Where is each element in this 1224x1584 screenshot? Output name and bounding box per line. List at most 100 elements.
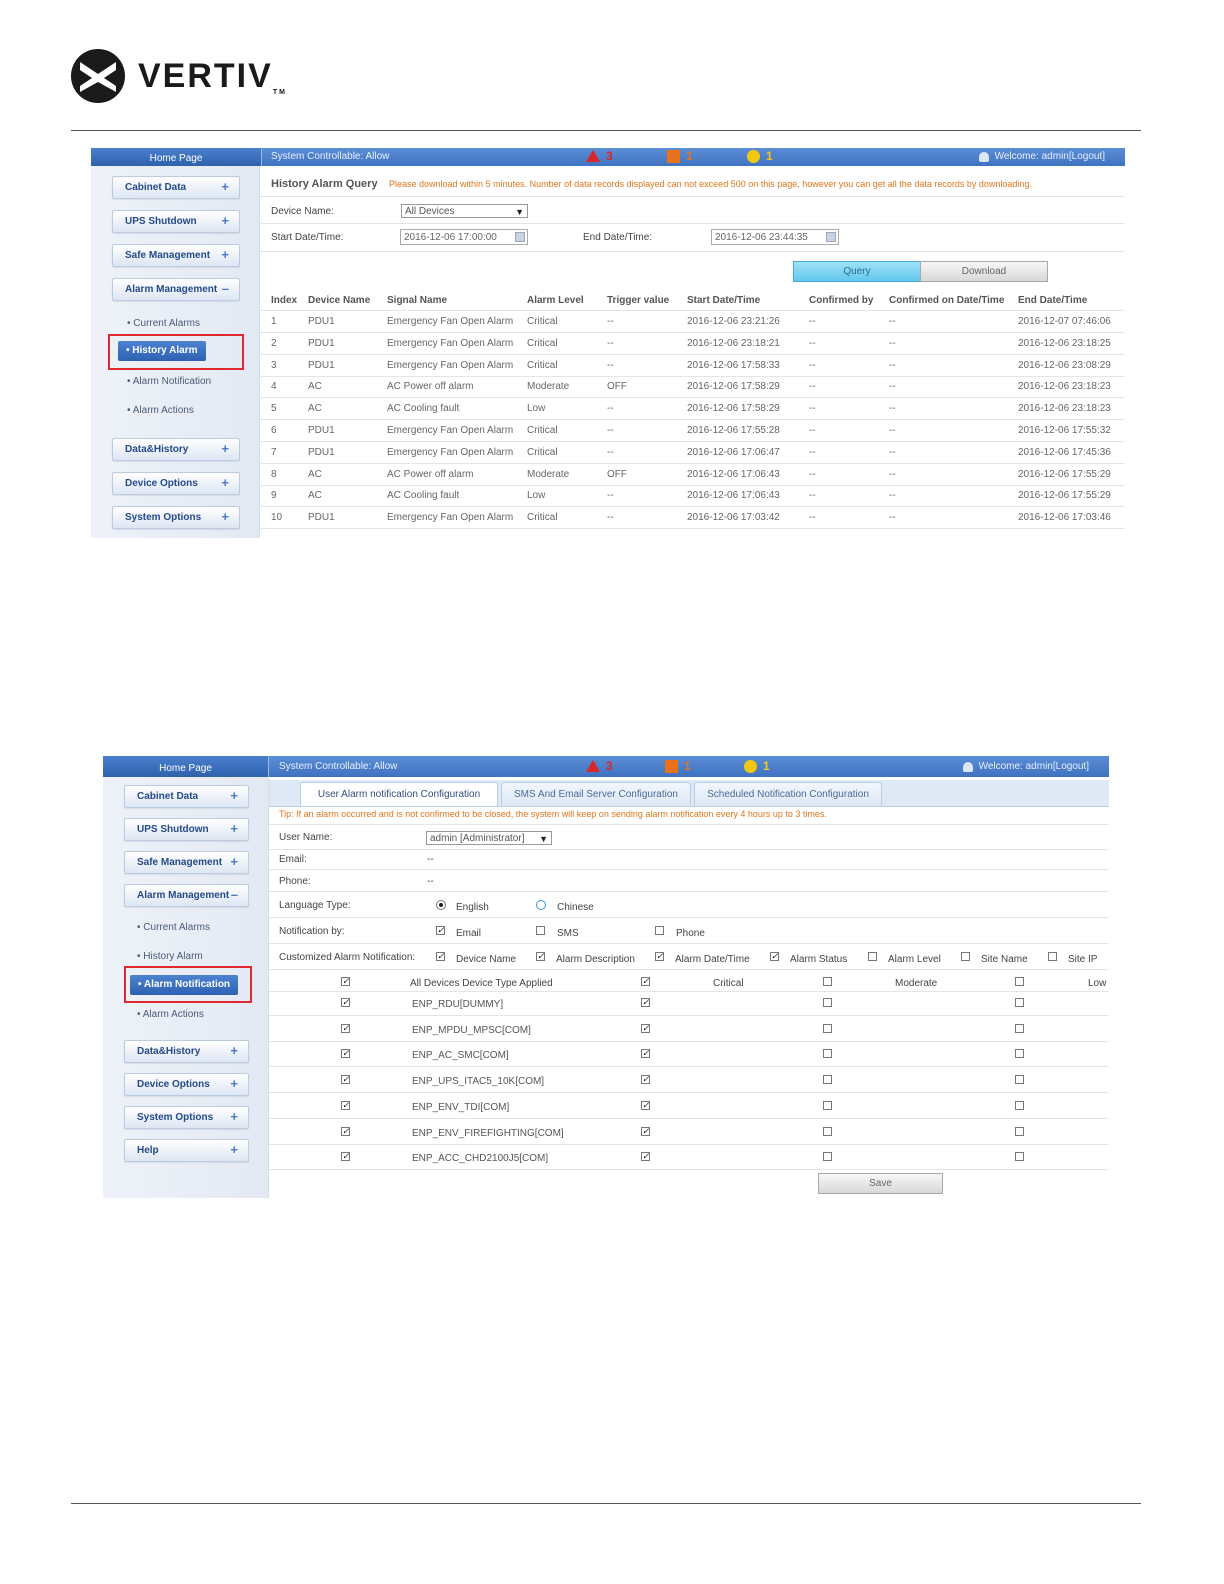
download-button[interactable]: Download	[920, 261, 1048, 282]
table-cell: --	[809, 403, 816, 415]
home-page-link[interactable]: Home Page	[103, 756, 269, 777]
nav-alarm-notification[interactable]: • Alarm Notification	[127, 376, 211, 387]
save-button[interactable]: Save	[818, 1173, 943, 1194]
welcome-user[interactable]: Welcome: admin[Logout]	[962, 761, 1089, 772]
nav-device-options[interactable]: Device Options +	[112, 472, 240, 495]
device-level-checkbox[interactable]	[823, 998, 832, 1007]
device-level-checkbox[interactable]: ✓	[341, 998, 350, 1007]
table-cell: 1	[271, 316, 277, 327]
table-cell: AC Cooling fault	[387, 490, 460, 502]
download-notice: Please download within 5 minutes. Number…	[389, 179, 1032, 189]
device-level-checkbox[interactable]: ✓	[641, 1126, 650, 1136]
major-alarm-count[interactable]: 1	[667, 149, 693, 163]
nav-cabinet-data[interactable]: Cabinet Data +	[124, 785, 249, 808]
nav-device-options[interactable]: Device Options +	[124, 1073, 249, 1096]
device-level-checkbox[interactable]	[1015, 1100, 1024, 1110]
table-cell: Critical	[527, 337, 558, 349]
nav-ups-shutdown[interactable]: UPS Shutdown +	[112, 210, 240, 233]
nav-alarm-actions[interactable]: • Alarm Actions	[127, 405, 194, 416]
device-level-checkbox[interactable]: ✓	[641, 1152, 650, 1162]
critical-alarm-count[interactable]: 3	[586, 759, 613, 773]
table-cell: 2016-12-07 07:46:06	[1018, 316, 1111, 327]
tab-sms-email-server[interactable]: SMS And Email Server Configuration	[501, 782, 691, 805]
checkbox-custom-field[interactable]: ✓	[770, 952, 779, 961]
device-level-checkbox[interactable]: ✓	[341, 1049, 350, 1059]
table-cell: --	[889, 337, 896, 349]
nav-history-alarm[interactable]: • History Alarm	[137, 951, 203, 962]
device-level-checkbox[interactable]	[823, 1023, 832, 1033]
device-level-checkbox[interactable]	[1015, 1049, 1024, 1059]
device-level-checkbox[interactable]: ✓	[341, 1100, 350, 1110]
welcome-user[interactable]: Welcome: admin[Logout]	[978, 151, 1105, 162]
nav-ups-shutdown[interactable]: UPS Shutdown +	[124, 818, 249, 841]
device-level-checkbox[interactable]: ✓	[341, 1023, 350, 1033]
major-alarm-count[interactable]: 1	[665, 759, 691, 773]
checkbox-phone[interactable]	[655, 926, 664, 935]
table-row	[261, 375, 1125, 377]
nav-system-options[interactable]: System Options +	[112, 506, 240, 529]
alarm-notification-screenshot: Home Page System Controllable: Allow 3 1…	[103, 756, 1109, 1198]
custom-field-label: Site Name	[981, 954, 1028, 965]
checkbox-custom-field[interactable]	[868, 952, 877, 961]
checkbox-all-low[interactable]	[1015, 977, 1024, 986]
device-level-checkbox[interactable]: ✓	[641, 998, 650, 1007]
radio-chinese[interactable]	[536, 900, 546, 910]
query-button[interactable]: Query	[793, 261, 921, 282]
nav-cabinet-data[interactable]: Cabinet Data +	[112, 176, 240, 199]
device-level-checkbox[interactable]	[1015, 1126, 1024, 1136]
device-level-checkbox[interactable]	[823, 1126, 832, 1136]
checkbox-all-critical[interactable]: ✓	[641, 977, 650, 986]
nav-alarm-management[interactable]: Alarm Management –	[124, 884, 249, 907]
nav-safe-management[interactable]: Safe Management +	[124, 851, 249, 874]
device-level-checkbox[interactable]	[1015, 1075, 1024, 1085]
nav-safe-management[interactable]: Safe Management +	[112, 244, 240, 267]
device-level-checkbox[interactable]: ✓	[641, 1075, 650, 1085]
home-page-link[interactable]: Home Page	[91, 148, 262, 166]
nav-data-history[interactable]: Data&History +	[124, 1040, 249, 1063]
radio-english[interactable]	[436, 900, 446, 910]
device-level-checkbox[interactable]: ✓	[341, 1075, 350, 1085]
device-level-checkbox[interactable]	[823, 1049, 832, 1059]
checkbox-all-devices[interactable]: ✓	[341, 977, 350, 986]
device-level-checkbox[interactable]: ✓	[341, 1152, 350, 1162]
nav-current-alarms[interactable]: • Current Alarms	[137, 922, 210, 933]
device-level-checkbox[interactable]	[823, 1075, 832, 1085]
device-level-checkbox[interactable]	[823, 1100, 832, 1110]
checkbox-all-moderate[interactable]	[823, 977, 832, 986]
device-level-checkbox[interactable]: ✓	[641, 1100, 650, 1110]
table-cell: AC	[308, 468, 322, 480]
checkbox-custom-field[interactable]: ✓	[655, 952, 664, 961]
minor-alarm-count[interactable]: 1	[747, 149, 773, 163]
nav-system-options[interactable]: System Options +	[124, 1106, 249, 1129]
nav-alarm-management[interactable]: Alarm Management –	[112, 278, 240, 301]
tab-scheduled-notification[interactable]: Scheduled Notification Configuration	[694, 782, 882, 805]
critical-alarm-count[interactable]: 3	[586, 149, 613, 163]
device-level-checkbox[interactable]: ✓	[341, 1126, 350, 1136]
device-level-checkbox[interactable]	[1015, 1152, 1024, 1162]
table-cell: --	[809, 381, 816, 393]
tab-user-alarm-notification[interactable]: User Alarm notification Configuration	[300, 782, 498, 806]
user-name-select[interactable]: admin [Administrator] ▼	[426, 831, 552, 845]
device-level-checkbox[interactable]	[1015, 1023, 1024, 1033]
checkbox-custom-field[interactable]	[961, 952, 970, 961]
nav-alarm-actions[interactable]: • Alarm Actions	[137, 1009, 204, 1020]
nav-data-history[interactable]: Data&History +	[112, 438, 240, 461]
device-level-checkbox[interactable]	[1015, 998, 1024, 1007]
nav-help[interactable]: Help +	[124, 1139, 249, 1162]
device-level-checkbox[interactable]: ✓	[641, 1049, 650, 1059]
device-level-checkbox[interactable]	[823, 1152, 832, 1162]
checkbox-email[interactable]: ✓	[436, 926, 445, 935]
start-datetime-input[interactable]: 2016-12-06 17:00:00	[400, 229, 528, 245]
device-name-select[interactable]: All Devices ▼	[401, 204, 528, 218]
device-level-checkbox[interactable]: ✓	[641, 1023, 650, 1033]
end-datetime-input[interactable]: 2016-12-06 23:44:35	[711, 229, 839, 245]
calendar-icon[interactable]	[826, 232, 836, 242]
calendar-icon[interactable]	[515, 232, 525, 242]
nav-current-alarms[interactable]: • Current Alarms	[127, 318, 200, 329]
checkbox-sms[interactable]	[536, 926, 545, 935]
checkbox-custom-field[interactable]: ✓	[536, 952, 545, 961]
moderate-header: Moderate	[895, 978, 938, 989]
minor-alarm-count[interactable]: 1	[744, 759, 770, 773]
checkbox-custom-field[interactable]	[1048, 952, 1057, 961]
checkbox-custom-field[interactable]: ✓	[436, 952, 445, 961]
